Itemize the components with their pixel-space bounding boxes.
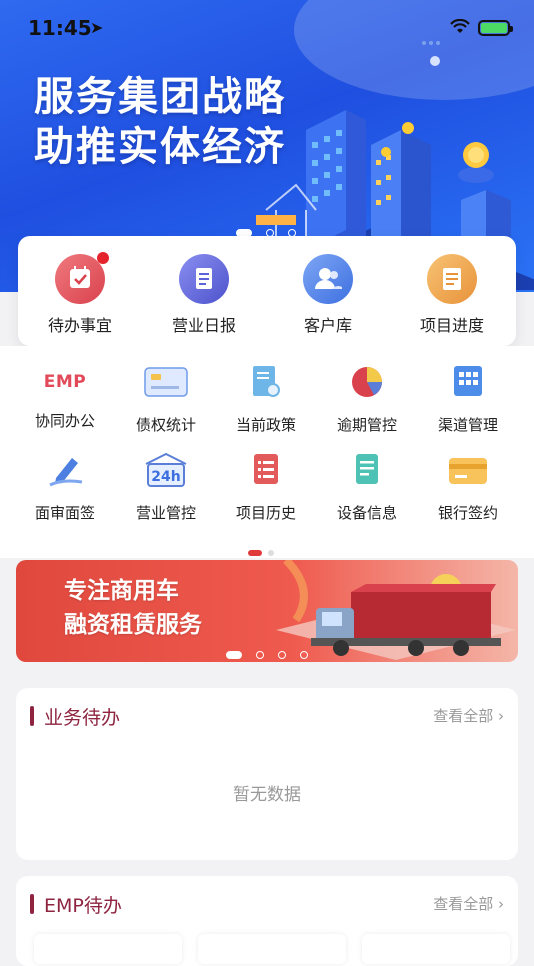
grid-item-label: 逾期管控: [336, 416, 397, 434]
quick-action-daily-report[interactable]: 营业日报: [142, 254, 266, 336]
card-header: 业务待办 查看全部 ›: [16, 688, 518, 748]
quick-action-label: 项目进度: [419, 316, 484, 335]
history-list-icon: [254, 454, 278, 484]
grid-item-current-policy[interactable]: 当前政策: [216, 364, 316, 435]
quick-action-label: 待办事宜: [47, 316, 112, 335]
section-title: 业务待办: [44, 707, 121, 729]
signal-dots-icon: [422, 30, 448, 45]
promo-title: 专注商用车 融资租赁服务: [64, 574, 202, 642]
grid-item-label: 银行签约: [437, 504, 498, 522]
quick-action-project-progress[interactable]: 项目进度: [390, 254, 514, 336]
section-accent-bar: [30, 706, 34, 726]
grid-item-device-info[interactable]: 设备信息: [317, 452, 417, 523]
notification-badge: [97, 252, 109, 264]
users-icon: [303, 254, 353, 304]
section-title: EMP待办: [44, 895, 122, 917]
function-grid: EMP 协同办公 债权统计 当前政策 逾期管控 渠道管理 面审面签 24h 营业…: [0, 346, 534, 558]
grid-item-interview-sign[interactable]: 面审面签: [15, 452, 115, 523]
grid-item-channel-management[interactable]: 渠道管理: [418, 364, 518, 435]
24h-icon: 24h: [145, 452, 187, 487]
quick-action-todo[interactable]: 待办事宜: [18, 252, 142, 336]
calendar-check-icon: [55, 252, 109, 304]
device-doc-icon: [356, 454, 378, 484]
quick-actions-panel: 待办事宜 营业日报 客户库 项目进度: [18, 236, 516, 346]
building-icon: [454, 366, 482, 396]
battery-icon: [478, 20, 513, 36]
emp-todo-tile[interactable]: [198, 934, 346, 964]
grid-item-label: 渠道管理: [437, 416, 498, 434]
promo-carousel-indicator[interactable]: [226, 644, 322, 662]
wifi-icon: [450, 19, 470, 33]
grid-item-project-history[interactable]: 项目历史: [216, 452, 316, 523]
grid-item-label: 营业管控: [135, 504, 196, 522]
grid-item-bank-contract[interactable]: 银行签约: [418, 452, 518, 523]
quick-action-label: 客户库: [303, 316, 352, 335]
empty-state-text: 暂无数据: [233, 785, 301, 805]
promo-line1: 专注商用车: [64, 578, 179, 604]
quick-action-customers[interactable]: 客户库: [266, 254, 390, 336]
chevron-right-icon: ›: [498, 707, 504, 725]
status-bar: 11:45 ➤: [0, 0, 534, 54]
promo-line2: 融资租赁服务: [64, 612, 202, 638]
document-icon: [179, 254, 229, 304]
status-time: 11:45: [28, 16, 92, 40]
certificate-icon: [253, 366, 280, 397]
promo-banner[interactable]: 专注商用车 融资租赁服务: [16, 560, 518, 662]
chevron-right-icon: ›: [498, 895, 504, 913]
grid-item-label: 协同办公: [34, 412, 95, 430]
quick-action-label: 营业日报: [171, 316, 236, 335]
grid-item-label: 债权统计: [135, 416, 196, 434]
svg-text:24h: 24h: [151, 469, 180, 485]
list-icon: [427, 254, 477, 304]
pen-sign-icon: [49, 458, 83, 487]
grid-item-label: 当前政策: [235, 416, 296, 434]
card-icon: [144, 367, 188, 397]
emp-todo-tile[interactable]: [34, 934, 182, 964]
view-all-link[interactable]: 查看全部 ›: [433, 893, 504, 914]
grid-item-overdue-control[interactable]: 逾期管控: [317, 364, 417, 435]
grid-item-debt-stats[interactable]: 债权统计: [116, 364, 216, 435]
emp-logo-icon: EMP: [43, 372, 87, 392]
bank-card-icon: [449, 458, 487, 484]
grid-item-business-control[interactable]: 24h 营业管控: [116, 452, 216, 523]
card-header: EMP待办 查看全部 ›: [16, 876, 518, 936]
grid-item-label: 面审面签: [34, 504, 95, 522]
view-all-link[interactable]: 查看全部 ›: [433, 705, 504, 726]
section-accent-bar: [30, 894, 34, 914]
location-arrow-icon: ➤: [90, 18, 104, 37]
emp-todo-tile[interactable]: [362, 934, 510, 964]
business-todo-card: 业务待办 查看全部 › 暂无数据: [16, 688, 518, 860]
grid-item-label: 设备信息: [336, 504, 397, 522]
pie-chart-icon: [352, 367, 382, 397]
grid-page-indicator[interactable]: [248, 542, 280, 561]
hero-decor-dot: [430, 56, 440, 66]
grid-item-collaboration[interactable]: EMP 协同办公: [15, 364, 115, 431]
grid-item-label: 项目历史: [235, 504, 296, 522]
